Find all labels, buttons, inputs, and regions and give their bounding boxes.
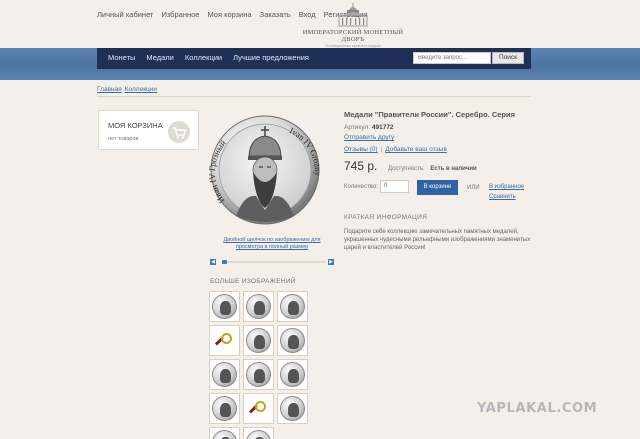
product-description: Подарите себе коллекцию замечательных па… xyxy=(344,229,531,252)
breadcrumb-home[interactable]: Главная xyxy=(97,86,122,93)
breadcrumb-collections[interactable]: Коллекции xyxy=(125,86,157,93)
top-link-cart[interactable]: Моя корзина xyxy=(207,10,251,19)
coin-thumbnail-image xyxy=(212,396,237,421)
product-title: Медали "Правители России". Серебро. Сери… xyxy=(344,110,515,119)
compare-link[interactable]: Сравнить xyxy=(489,194,516,200)
coin-thumbnail-image xyxy=(212,430,237,439)
cart-status: нет товаров xyxy=(108,136,139,142)
arrow-left-icon[interactable]: ◀ xyxy=(210,259,216,265)
divider xyxy=(97,96,531,97)
reviews-separator: | xyxy=(380,146,383,153)
quantity-field[interactable]: 0 xyxy=(380,180,409,193)
logo-name: ИМПЕРАТОРСКИЙ МОНЕТНЫЙ ДВОРЪ xyxy=(302,29,404,43)
coin-thumbnail-image xyxy=(246,328,271,353)
availability: Доступность: Есть в наличии xyxy=(388,166,477,172)
thumbnail-8[interactable] xyxy=(243,359,274,390)
thumbnail-10[interactable] xyxy=(209,393,240,424)
thumbnail-2[interactable] xyxy=(243,291,274,322)
coin-thumbnail-image xyxy=(212,294,237,319)
main-menu-bar: Монеты Медали Коллекции Лучшие предложен… xyxy=(0,48,640,80)
coin-thumbnail-image xyxy=(280,362,305,387)
menu-item-best-offers[interactable]: Лучшие предложения xyxy=(233,53,309,62)
image-zoom-hint[interactable]: Двойной щелчок по изображению для просмо… xyxy=(218,237,326,251)
short-info-heading: КРАТКАЯ ИНФОРМАЦИЯ xyxy=(344,214,428,221)
cart-box[interactable]: МОЯ КОРЗИНА нет товаров xyxy=(98,110,199,150)
more-images-heading: БОЛЬШЕ ИЗОБРАЖЕНИЙ xyxy=(210,278,296,285)
availability-value: Есть в наличии xyxy=(430,166,477,172)
coin-thumbnail-image xyxy=(280,396,305,421)
menu-item-coins[interactable]: Монеты xyxy=(108,53,135,62)
thumbnail-3[interactable] xyxy=(277,291,308,322)
coin-thumbnail-image xyxy=(212,362,237,387)
main-menu: Монеты Медали Коллекции Лучшие предложен… xyxy=(97,48,531,69)
thumbnail-9[interactable] xyxy=(277,359,308,390)
shopping-cart-icon xyxy=(168,121,190,143)
thumbnail-13[interactable] xyxy=(209,427,240,439)
top-link-account[interactable]: Личный кабинет xyxy=(97,10,153,19)
thumbnail-6[interactable] xyxy=(277,325,308,356)
reviews-row: Отзывы (0) | Добавьте ваш отзыв xyxy=(344,146,447,153)
coin-thumbnail-image xyxy=(246,362,271,387)
thumbnail-4[interactable] xyxy=(209,325,240,356)
add-review-link[interactable]: Добавьте ваш отзыв xyxy=(385,146,447,153)
add-to-cart-button[interactable]: В корзине xyxy=(417,180,458,195)
send-to-friend-link[interactable]: Отправить другу xyxy=(344,134,394,141)
coin-thumbnail-image xyxy=(280,328,305,353)
or-label: ИЛИ xyxy=(467,185,480,191)
palace-logo-icon xyxy=(338,3,368,27)
search-input[interactable] xyxy=(413,52,491,64)
reviews-link[interactable]: Отзывы (0) xyxy=(344,146,378,153)
arrow-right-icon[interactable]: ▶ xyxy=(328,259,334,265)
watermark: YAPLAKAL.COM xyxy=(477,401,598,416)
cart-title: МОЯ КОРЗИНА xyxy=(108,121,163,130)
search-button[interactable]: Поиск xyxy=(492,52,524,64)
coin-thumbnail-image xyxy=(246,294,271,319)
article-value: 491772 xyxy=(371,124,394,131)
site-logo[interactable]: ИМПЕРАТОРСКИЙ МОНЕТНЫЙ ДВОРЪ Коллекционн… xyxy=(296,2,410,48)
top-link-order[interactable]: Заказать xyxy=(260,10,291,19)
quantity-label: Количество: xyxy=(344,184,378,190)
slider-track[interactable] xyxy=(222,261,326,263)
slider-handle[interactable] xyxy=(222,260,227,264)
breadcrumb: Главная Коллекции xyxy=(97,86,160,93)
image-slider[interactable]: ◀ ▶ xyxy=(210,259,334,265)
thumbnail-1[interactable] xyxy=(209,291,240,322)
availability-label: Доступность: xyxy=(388,166,425,172)
menu-item-collections[interactable]: Коллекции xyxy=(185,53,222,62)
thumbnail-7[interactable] xyxy=(209,359,240,390)
coin-thumbnail-image xyxy=(246,430,271,439)
thumbnail-12[interactable] xyxy=(277,393,308,424)
article-label: Артикул: xyxy=(344,124,371,131)
top-link-favorites[interactable]: Избранное xyxy=(161,10,199,19)
thumbnail-5[interactable] xyxy=(243,325,274,356)
magnifier-icon xyxy=(214,331,235,351)
thumbnail-11[interactable] xyxy=(243,393,274,424)
add-to-favorites-link[interactable]: В избранное xyxy=(489,184,524,190)
thumbnail-14[interactable] xyxy=(243,427,274,439)
product-article: Артикул: 491772 xyxy=(344,124,394,131)
thumbnail-grid xyxy=(209,291,311,439)
product-price: 745 р. xyxy=(344,159,378,173)
magnifier-icon xyxy=(248,399,269,419)
menu-item-medals[interactable]: Медали xyxy=(146,53,173,62)
coin-thumbnail-image xyxy=(280,294,305,319)
product-image[interactable]: Иван IV Грозный Ivan IV Grozny xyxy=(207,112,323,236)
